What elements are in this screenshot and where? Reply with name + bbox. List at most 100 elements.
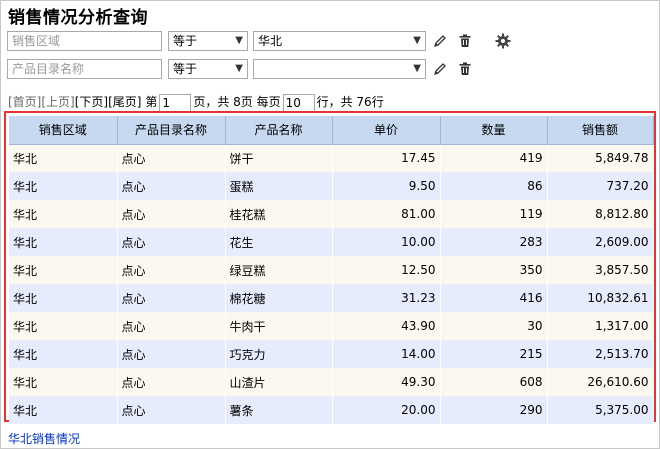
table-row[interactable]: 华北 点心 绿豆糕 12.50 350 3,857.50: [9, 256, 654, 284]
table-cell: 点心: [117, 312, 226, 340]
table-row[interactable]: 华北 点心 棉花糖 31.23 416 10,832.61: [9, 284, 654, 312]
table-header-row: 销售区域 产品目录名称 产品名称 单价 数量 销售额: [9, 116, 654, 145]
table-cell: 416: [440, 284, 548, 312]
table-cell: 山渣片: [225, 368, 333, 396]
table-cell: 31.23: [332, 284, 441, 312]
table-cell: 绿豆糕: [225, 256, 333, 284]
table-cell: 华北: [9, 368, 118, 396]
table-cell: 9.50: [332, 172, 441, 200]
table-row[interactable]: 华北 点心 蛋糕 9.50 86 737.20: [9, 172, 654, 200]
column-header[interactable]: 单价: [332, 116, 441, 145]
table-cell: 华北: [9, 172, 118, 200]
table-cell: 华北: [9, 312, 118, 340]
region-report-link[interactable]: 华北销售情况: [8, 430, 80, 447]
pager: [首页][上页][下页][尾页] 第 页，共 8页 每页 行，共 76行: [8, 92, 384, 112]
table-cell: 5,375.00: [547, 396, 654, 424]
table-cell: 17.45: [332, 144, 441, 172]
chevron-down-icon: ▼: [235, 35, 243, 46]
table-cell: 华北: [9, 144, 118, 172]
table-cell: 点心: [117, 172, 226, 200]
trash-icon[interactable]: [456, 31, 474, 51]
table-cell: 30: [440, 312, 548, 340]
pencil-icon[interactable]: [431, 59, 449, 79]
table-cell: 华北: [9, 200, 118, 228]
table-cell: 215: [440, 340, 548, 368]
table-row[interactable]: 华北 点心 山渣片 49.30 608 26,610.60: [9, 368, 654, 396]
chevron-down-icon: ▼: [413, 63, 421, 74]
table-cell: 巧克力: [225, 340, 333, 368]
pager-prev-link[interactable]: [上页]: [41, 95, 74, 109]
table-row[interactable]: 华北 点心 饼干 17.45 419 5,849.78: [9, 144, 654, 172]
table-cell: 点心: [117, 284, 226, 312]
pencil-icon[interactable]: [431, 31, 449, 51]
gear-icon[interactable]: [494, 31, 512, 51]
table-row[interactable]: 华北 点心 桂花糕 81.00 119 8,812.80: [9, 200, 654, 228]
table-cell: 81.00: [332, 200, 441, 228]
table-cell: 419: [440, 144, 548, 172]
filter-value: 华北: [258, 34, 283, 48]
page-size-input[interactable]: [282, 93, 315, 112]
table-cell: 12.50: [332, 256, 441, 284]
column-header[interactable]: 数量: [440, 116, 548, 145]
table-cell: 3,857.50: [547, 256, 654, 284]
page-title: 销售情况分析查询: [8, 8, 148, 28]
table-cell: 20.00: [332, 396, 441, 424]
table-cell: 10.00: [332, 228, 441, 256]
table-cell: 点心: [117, 228, 226, 256]
filter-operator-select[interactable]: 等于 ▼: [168, 59, 248, 79]
table-cell: 1,317.00: [547, 312, 654, 340]
table-row[interactable]: 华北 点心 巧克力 14.00 215 2,513.70: [9, 340, 654, 368]
pager-first-link[interactable]: [首页]: [8, 95, 41, 109]
table-row[interactable]: 华北 点心 花生 10.00 283 2,609.00: [9, 228, 654, 256]
table-cell: 49.30: [332, 368, 441, 396]
table-cell: 点心: [117, 368, 226, 396]
trash-icon[interactable]: [456, 59, 474, 79]
results-grid: 销售区域 产品目录名称 产品名称 单价 数量 销售额 华北 点心 饼干 17.45 41…: [4, 111, 656, 424]
table-cell: 2,609.00: [547, 228, 654, 256]
table-cell: 14.00: [332, 340, 441, 368]
table-cell: 608: [440, 368, 548, 396]
table-cell: 283: [440, 228, 548, 256]
filter-field-input[interactable]: 产品目录名称: [7, 59, 162, 79]
filter-value-select[interactable]: 华北 ▼: [253, 31, 426, 51]
table-row[interactable]: 华北 点心 牛肉干 43.90 30 1,317.00: [9, 312, 654, 340]
operator-value: 等于: [173, 34, 198, 48]
column-header[interactable]: 销售区域: [9, 116, 118, 145]
table-cell: 桂花糕: [225, 200, 333, 228]
table-row[interactable]: 华北 点心 薯条 20.00 290 5,375.00: [9, 396, 654, 424]
table-cell: 华北: [9, 228, 118, 256]
pager-page-prefix: 第: [145, 95, 158, 109]
column-header[interactable]: 产品目录名称: [117, 116, 226, 145]
table-cell: 737.20: [547, 172, 654, 200]
operator-value: 等于: [173, 62, 198, 76]
table-cell: 26,610.60: [547, 368, 654, 396]
table-cell: 华北: [9, 284, 118, 312]
table-cell: 2,513.70: [547, 340, 654, 368]
chevron-down-icon: ▼: [413, 35, 421, 46]
table-cell: 8,812.80: [547, 200, 654, 228]
column-header[interactable]: 销售额: [547, 116, 654, 145]
table-cell: 薯条: [225, 396, 333, 424]
table-cell: 290: [440, 396, 548, 424]
pager-size-suffix: 行，共 76行: [316, 95, 384, 109]
table-cell: 点心: [117, 396, 226, 424]
filter-field-input[interactable]: 销售区域: [7, 31, 162, 51]
table-cell: 华北: [9, 256, 118, 284]
pager-page-suffix: 页，共 8页 每页: [193, 95, 281, 109]
table-cell: 5,849.78: [547, 144, 654, 172]
table-cell: 华北: [9, 396, 118, 424]
column-header[interactable]: 产品名称: [225, 116, 333, 145]
table-cell: 43.90: [332, 312, 441, 340]
page-number-input[interactable]: [159, 93, 192, 112]
filter-operator-select[interactable]: 等于 ▼: [168, 31, 248, 51]
results-table: 销售区域 产品目录名称 产品名称 单价 数量 销售额 华北 点心 饼干 17.45 41…: [9, 116, 654, 424]
table-cell: 蛋糕: [225, 172, 333, 200]
filter-value-select[interactable]: ▼: [253, 59, 426, 79]
table-cell: 华北: [9, 340, 118, 368]
table-cell: 10,832.61: [547, 284, 654, 312]
table-cell: 350: [440, 256, 548, 284]
pager-next-link[interactable]: [下页]: [75, 95, 108, 109]
table-cell: 点心: [117, 256, 226, 284]
table-cell: 119: [440, 200, 548, 228]
pager-last-link[interactable]: [尾页]: [108, 95, 141, 109]
